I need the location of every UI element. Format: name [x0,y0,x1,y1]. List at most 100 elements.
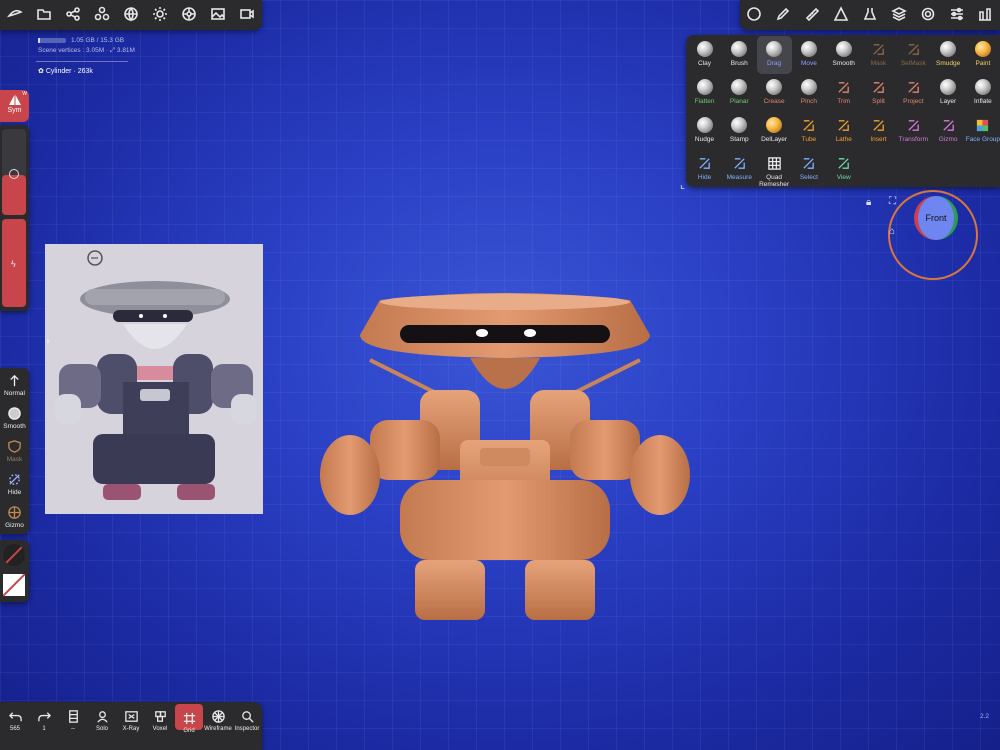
tool-clay[interactable]: Clay [687,36,722,74]
reference-handle-icon[interactable]: ◗ [45,336,51,347]
selmask-icon [905,41,921,57]
tool-smudge[interactable]: Smudge [931,36,966,74]
folder-icon-button[interactable] [33,4,55,26]
video-icon [239,6,255,25]
image-icon-button[interactable] [207,4,229,26]
intensity-slider[interactable]: ϟ [2,219,26,307]
settings-gear-icon-button[interactable] [917,4,939,26]
tool-view[interactable]: View [826,150,861,188]
lock-icon[interactable]: 🔒︎ [866,197,871,208]
bottom---button[interactable]: -- [59,702,87,732]
side-tool-mask[interactable]: Mask [0,434,29,468]
bottom-565-button[interactable]: 565 [1,702,29,732]
bottom-solo-button[interactable]: Solo [88,702,116,732]
tool-pinch[interactable]: Pinch [791,74,826,112]
tool-brush[interactable]: Brush [722,36,757,74]
top-right-toolbar [740,0,1000,30]
feather-icon-button[interactable] [4,4,26,26]
tool-move[interactable]: Move [791,36,826,74]
radius-slider-fill [2,175,26,215]
flask-icon-button[interactable] [859,4,881,26]
bottom-tool-label: 1 [42,726,46,732]
globe-icon-button[interactable] [120,4,142,26]
transform-icon [905,117,921,133]
hide-icon [7,471,23,487]
tool-hide[interactable]: Hide [687,150,722,188]
aperture-icon-button[interactable] [178,4,200,26]
viewcube[interactable]: Front [914,196,958,240]
side-tool-hide[interactable]: Hide [0,467,29,501]
bottom-grid-button[interactable]: Grid [175,704,203,734]
tool-trim[interactable]: Trim [826,74,861,112]
sun-icon-button[interactable] [149,4,171,26]
sliders-icon-button[interactable] [946,4,968,26]
tool-nudge[interactable]: Nudge [687,112,722,150]
selected-object[interactable]: ✿ Cylinder · 263k [38,67,93,75]
symmetry-button[interactable]: Sym W [0,90,29,122]
tool-paint[interactable]: Paint [965,36,1000,74]
tool-flatten[interactable]: Flatten [687,74,722,112]
folder-icon [36,6,52,25]
bottom-tool-label: Voxel [152,726,168,732]
side-tool-gizmo[interactable]: Gizmo [0,500,29,534]
sculpt-model[interactable] [310,290,700,620]
tool-select[interactable]: Select [791,150,826,188]
bottom-1-button[interactable]: 1 [30,702,58,732]
secondary-color-swatch[interactable] [3,574,25,596]
grid-objects-icon-button[interactable] [91,4,113,26]
tool-label: View [836,174,851,181]
home-icon[interactable]: ⌂ [889,226,895,237]
radius-slider-track[interactable] [2,129,26,215]
tool-face-group[interactable]: Face Group [965,112,1000,150]
tool-quad-remesher[interactable]: Quad Remesher [757,150,792,188]
tool-layer[interactable]: Layer [931,74,966,112]
video-icon-button[interactable] [236,4,258,26]
side-tool-label: Normal [4,390,25,397]
ruler-icon-button[interactable] [801,4,823,26]
tool-crease[interactable]: Crease [757,74,792,112]
side-tool-smooth[interactable]: Smooth [0,401,29,435]
frame-icon[interactable]: ⛶ [889,196,896,207]
tool-planar[interactable]: Planar [722,74,757,112]
viewcube-face-label: Front [925,213,947,223]
material-ball-icon-button[interactable] [743,4,765,26]
pencil-icon-button[interactable] [772,4,794,26]
tool-label: Planar [729,98,749,105]
tower-icon-button[interactable] [974,4,996,26]
tool-mask[interactable]: Mask [861,36,896,74]
tool-label: Trim [837,98,851,105]
tool-label: Move [800,60,817,67]
tool-inflate[interactable]: Inflate [965,74,1000,112]
layers-icon-button[interactable] [888,4,910,26]
tool-split[interactable]: Split [861,74,896,112]
tool-drag[interactable]: Drag [756,36,792,74]
warning-triangle-icon-button[interactable] [830,4,852,26]
tool-stamp[interactable]: Stamp [722,112,757,150]
stats-divider [36,61,128,62]
tool-measure[interactable]: Measure [722,150,757,188]
side-tool-normal[interactable]: Normal [0,368,29,402]
tool-project[interactable]: Project [896,74,931,112]
tool-tube[interactable]: Tube [791,112,826,150]
tool-transform[interactable]: Transform [896,112,931,150]
bottom-wireframe-button[interactable]: Wireframe [204,702,232,732]
tool-sphere-icon [766,41,783,57]
bottom-inspector-button[interactable]: Inspector [233,702,261,732]
tool-insert[interactable]: Insert [861,112,896,150]
tool-dellayer[interactable]: DelLayer [757,112,792,150]
bottom-tool-label: 565 [9,726,20,732]
tool-gizmo[interactable]: Gizmo [931,112,966,150]
bottom-voxel-button[interactable]: Voxel [146,702,174,732]
mask-shield-icon [7,438,23,454]
share-nodes-icon-button[interactable] [62,4,84,26]
reference-image[interactable] [45,244,263,514]
tool-selmask[interactable]: SelMask [896,36,931,74]
tool-sphere-icon [800,41,817,57]
primary-color-swatch[interactable] [3,544,25,566]
undo-icon [7,708,23,724]
gizmo-icon [7,504,23,520]
bottom-x-ray-button[interactable]: X-Ray [117,702,145,732]
scene-stats: 1.05 GB / 15.3 GB Scene vertices : 3.05M… [38,36,135,56]
tool-lathe[interactable]: Lathe [826,112,861,150]
tool-smooth[interactable]: Smooth [826,36,861,74]
